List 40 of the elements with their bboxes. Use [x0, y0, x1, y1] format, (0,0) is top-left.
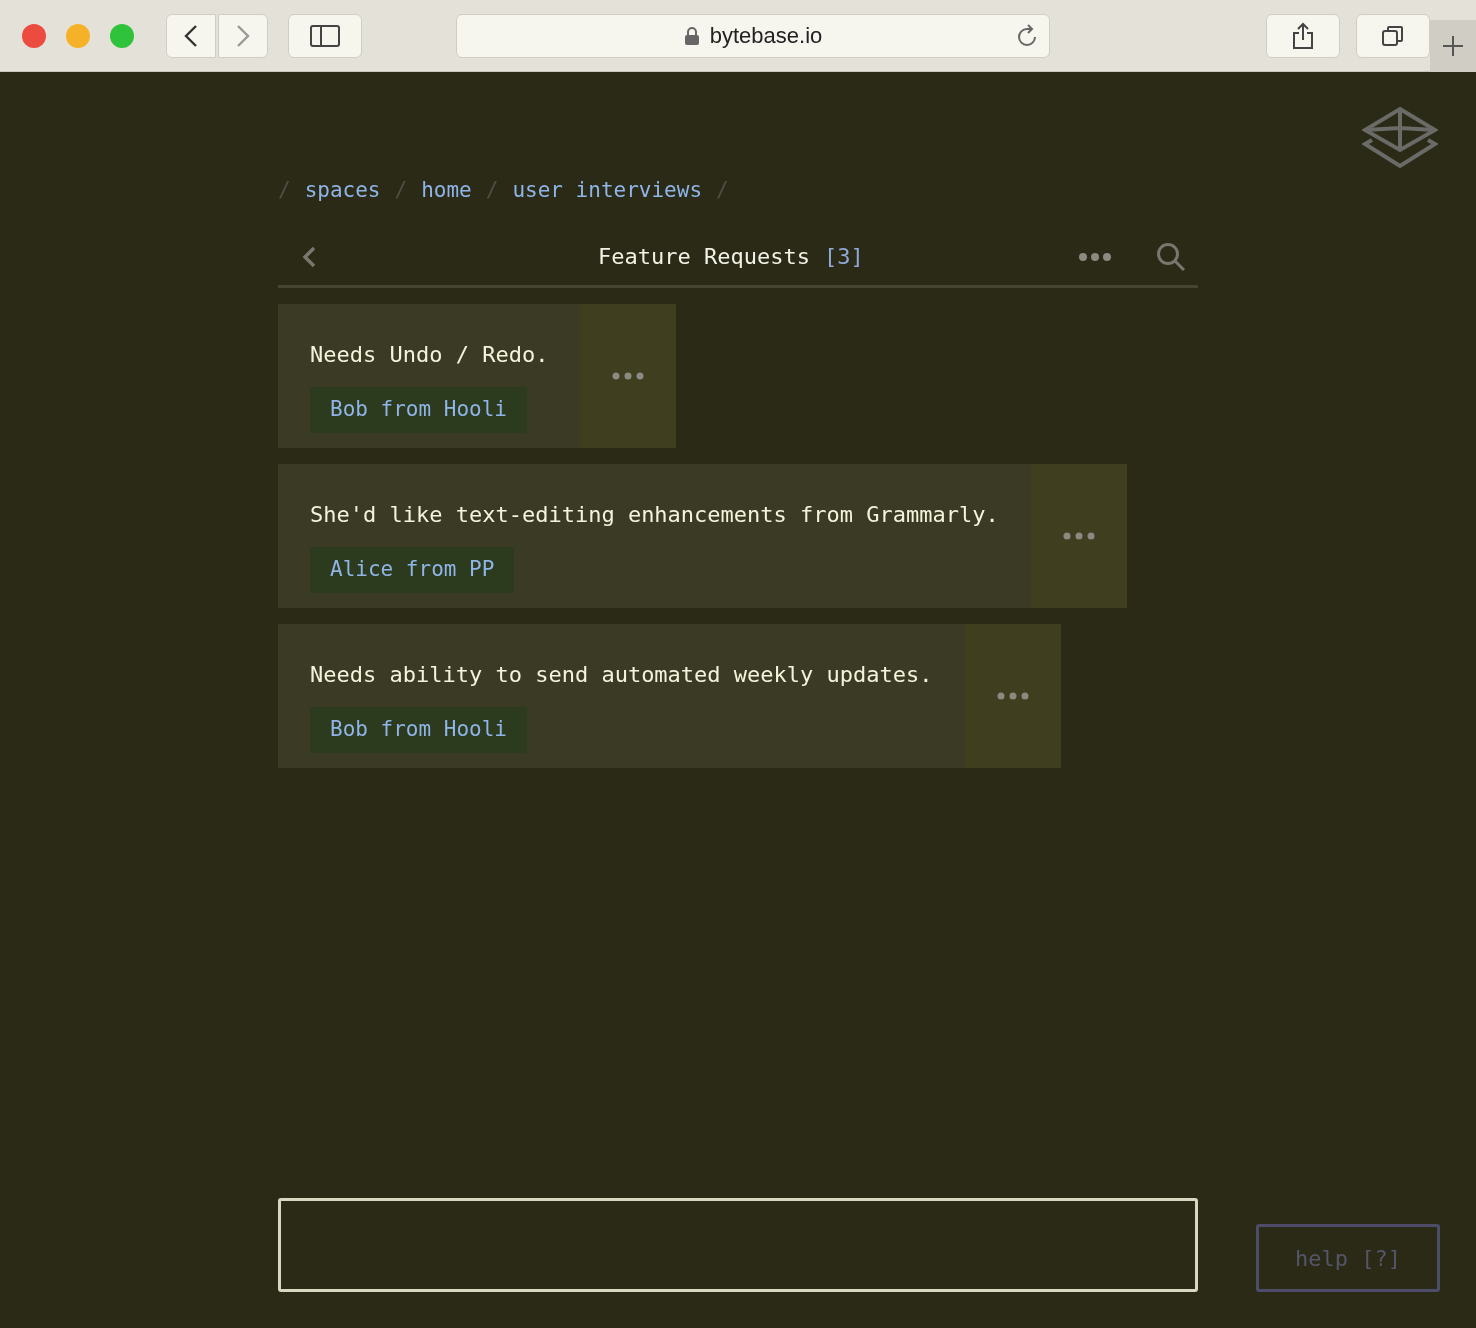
breadcrumb-separator: / [716, 177, 729, 205]
breadcrumb-separator: / [485, 177, 499, 205]
more-icon [996, 692, 1029, 700]
lock-icon [683, 25, 700, 46]
close-window-icon[interactable] [22, 23, 46, 48]
url-text: bytebase.io [709, 22, 823, 50]
chevron-left-icon [184, 23, 198, 48]
reload-icon[interactable] [1015, 22, 1039, 49]
request-text: Needs Undo / Redo. [310, 341, 549, 369]
more-icon [612, 372, 645, 380]
back-chevron-icon[interactable] [302, 245, 316, 268]
breadcrumb-separator: / [394, 177, 408, 205]
breadcrumb-separator: / [278, 177, 291, 205]
breadcrumb-link[interactable]: user interviews [512, 175, 703, 207]
tabs-icon [1381, 23, 1405, 48]
share-button[interactable] [1266, 13, 1340, 58]
more-icon[interactable] [1078, 251, 1112, 262]
address-bar[interactable]: bytebase.io [456, 13, 1050, 58]
cube-logo-icon [1362, 106, 1438, 170]
tabs-button[interactable] [1356, 13, 1430, 58]
request-text: Needs ability to send automated weekly updates. [310, 661, 933, 689]
more-icon [1062, 532, 1095, 540]
source-tag[interactable]: Bob from Hooli [310, 387, 527, 433]
breadcrumb-link[interactable]: spaces [304, 175, 381, 207]
item-count: [3] [823, 243, 864, 271]
new-tab-button[interactable] [1430, 20, 1476, 72]
maximize-window-icon[interactable] [110, 23, 134, 48]
list-title: Feature Requests [598, 243, 810, 271]
request-text: She'd like text-editing enhancements from Grammarly. [310, 501, 999, 529]
chevron-right-icon [236, 23, 250, 48]
sidebar-button[interactable] [288, 13, 362, 58]
source-tag[interactable]: Alice from PP [310, 547, 515, 593]
search-icon[interactable] [1156, 241, 1186, 272]
plus-icon [1442, 35, 1464, 57]
breadcrumb-link[interactable]: home [421, 175, 472, 207]
back-button[interactable] [166, 13, 216, 58]
share-icon [1291, 21, 1315, 50]
sidebar-icon [310, 24, 340, 47]
source-tag[interactable]: Bob from Hooli [310, 707, 527, 753]
input-field[interactable] [278, 1198, 1198, 1292]
